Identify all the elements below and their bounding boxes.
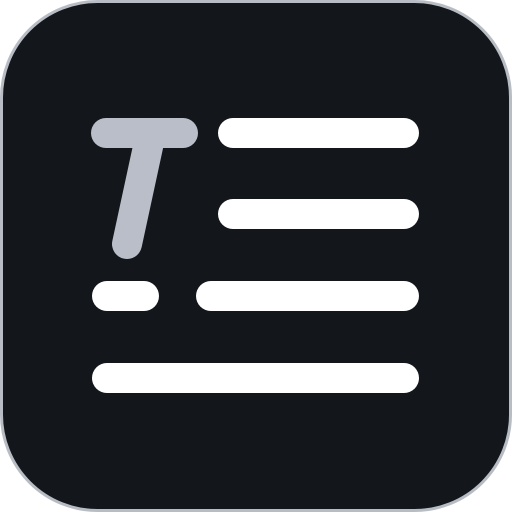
text-editor-app-icon	[0, 0, 512, 512]
app-icon-graphic	[0, 0, 512, 512]
icon-tile-background	[0, 0, 512, 512]
